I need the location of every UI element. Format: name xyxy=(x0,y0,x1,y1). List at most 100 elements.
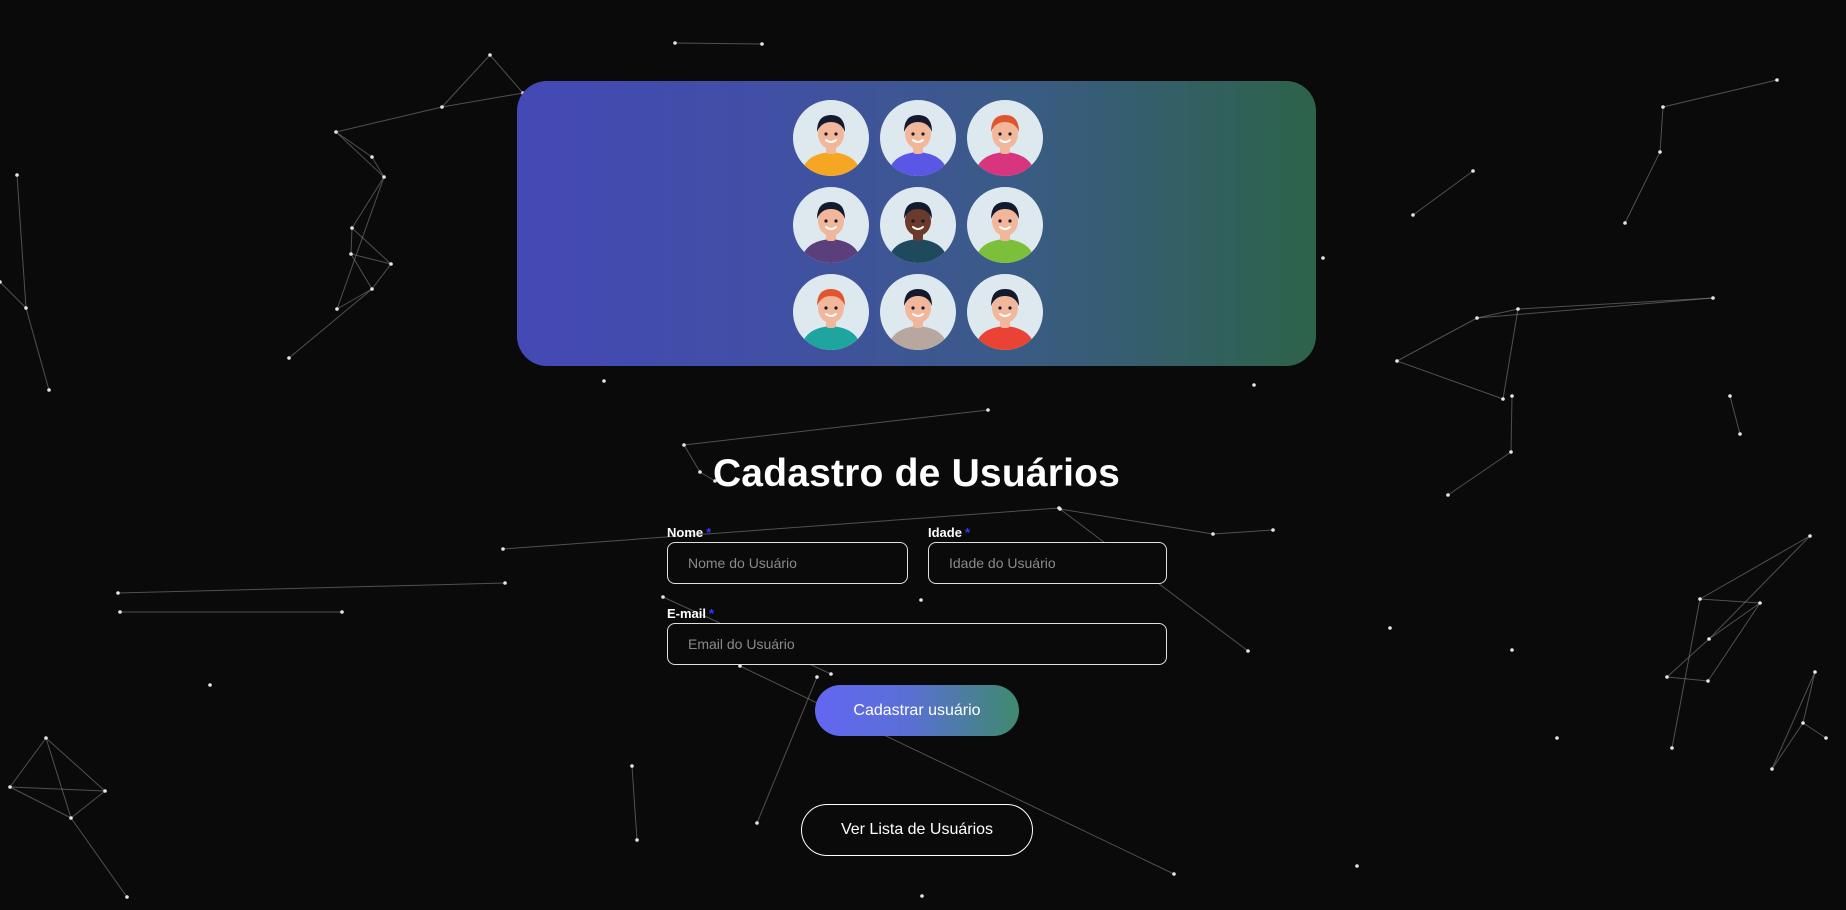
network-line xyxy=(9,786,106,792)
network-line xyxy=(1476,297,1714,319)
network-line xyxy=(1699,535,1811,600)
network-line xyxy=(489,54,524,94)
network-dot xyxy=(47,388,51,392)
network-dot xyxy=(1252,383,1256,387)
network-dot xyxy=(1670,746,1674,750)
avatar-girl-pigtails-green-top xyxy=(967,187,1043,263)
network-dot xyxy=(1355,864,1359,868)
network-line xyxy=(1396,317,1478,362)
network-dot xyxy=(1661,105,1665,109)
network-line xyxy=(335,106,443,133)
network-line xyxy=(351,227,392,265)
network-dot xyxy=(370,155,374,159)
network-line xyxy=(288,288,373,359)
network-line xyxy=(1802,671,1816,724)
network-line xyxy=(1212,529,1274,535)
email-label-text: E-mail xyxy=(667,606,707,621)
network-dot xyxy=(1707,637,1711,641)
network-dot xyxy=(287,356,291,360)
network-line xyxy=(1771,722,1804,770)
network-dot xyxy=(1510,394,1514,398)
network-line xyxy=(0,281,27,309)
network-dot xyxy=(682,443,686,447)
network-line xyxy=(335,131,385,178)
page: Cadastro de Usuários Nome* Idade* E-mail… xyxy=(0,0,1846,910)
network-line xyxy=(9,737,47,788)
network-line xyxy=(45,737,72,819)
network-dot xyxy=(1516,307,1520,311)
network-line xyxy=(16,174,27,309)
network-line xyxy=(45,737,106,792)
network-dot xyxy=(1246,649,1250,653)
network-dot xyxy=(1770,767,1774,771)
network-line xyxy=(1666,676,1709,682)
network-dot xyxy=(1510,648,1514,652)
network-dot xyxy=(349,252,353,256)
network-dot xyxy=(1775,78,1779,82)
network-dot xyxy=(1411,213,1415,217)
network-dot xyxy=(1808,534,1812,538)
network-dot xyxy=(919,598,923,602)
network-line xyxy=(441,92,524,108)
network-dot xyxy=(1706,679,1710,683)
age-label: Idade * xyxy=(928,525,970,540)
network-line xyxy=(1662,79,1778,108)
network-dot xyxy=(335,307,339,311)
network-dot xyxy=(1738,432,1742,436)
network-dot xyxy=(501,547,505,551)
network-dot xyxy=(1211,532,1215,536)
network-dot xyxy=(340,610,344,614)
view-user-list-button[interactable]: Ver Lista de Usuários xyxy=(801,804,1033,856)
network-line xyxy=(1671,598,1701,749)
network-dot xyxy=(116,591,120,595)
network-dot xyxy=(382,175,386,179)
network-dot xyxy=(334,130,338,134)
network-line xyxy=(70,790,106,819)
network-dot xyxy=(440,105,444,109)
network-line xyxy=(1802,722,1827,739)
network-dot xyxy=(350,226,354,230)
network-line xyxy=(1510,395,1513,453)
age-input[interactable] xyxy=(928,542,1167,584)
network-dot xyxy=(1728,394,1732,398)
avatar-woman-red-hair-pink-top xyxy=(967,100,1043,176)
network-line xyxy=(1412,170,1474,216)
name-label-text: Nome xyxy=(667,525,704,540)
network-line xyxy=(631,765,638,841)
network-dot xyxy=(8,785,12,789)
network-dot xyxy=(1623,221,1627,225)
network-line xyxy=(1059,508,1214,535)
network-line xyxy=(70,817,128,898)
network-dot xyxy=(370,287,374,291)
network-dot xyxy=(1824,736,1828,740)
network-dot xyxy=(1475,316,1479,320)
network-dot xyxy=(986,408,990,412)
network-line xyxy=(1771,671,1816,770)
hero-banner xyxy=(517,81,1316,366)
network-dot xyxy=(815,675,819,679)
network-line xyxy=(1699,598,1761,604)
network-dot xyxy=(673,41,677,45)
name-input[interactable] xyxy=(667,542,908,584)
network-dot xyxy=(1388,626,1392,630)
network-line xyxy=(335,131,373,158)
network-dot xyxy=(630,764,634,768)
network-dot xyxy=(1555,736,1559,740)
network-dot xyxy=(208,683,212,687)
network-line xyxy=(350,227,353,255)
network-dot xyxy=(1321,256,1325,260)
network-line xyxy=(1707,602,1761,682)
network-dot xyxy=(1801,721,1805,725)
email-input[interactable] xyxy=(667,623,1167,665)
network-dot xyxy=(1271,528,1275,532)
network-line xyxy=(117,582,506,594)
network-line xyxy=(1659,106,1664,153)
network-dot xyxy=(125,895,129,899)
page-title: Cadastro de Usuários xyxy=(712,452,1121,495)
network-dot xyxy=(755,821,759,825)
network-line xyxy=(336,176,385,310)
network-line xyxy=(1708,535,1811,640)
register-user-button[interactable]: Cadastrar usuário xyxy=(815,685,1019,736)
required-mark: * xyxy=(706,525,712,540)
avatar-man-blue-shirt xyxy=(880,100,956,176)
